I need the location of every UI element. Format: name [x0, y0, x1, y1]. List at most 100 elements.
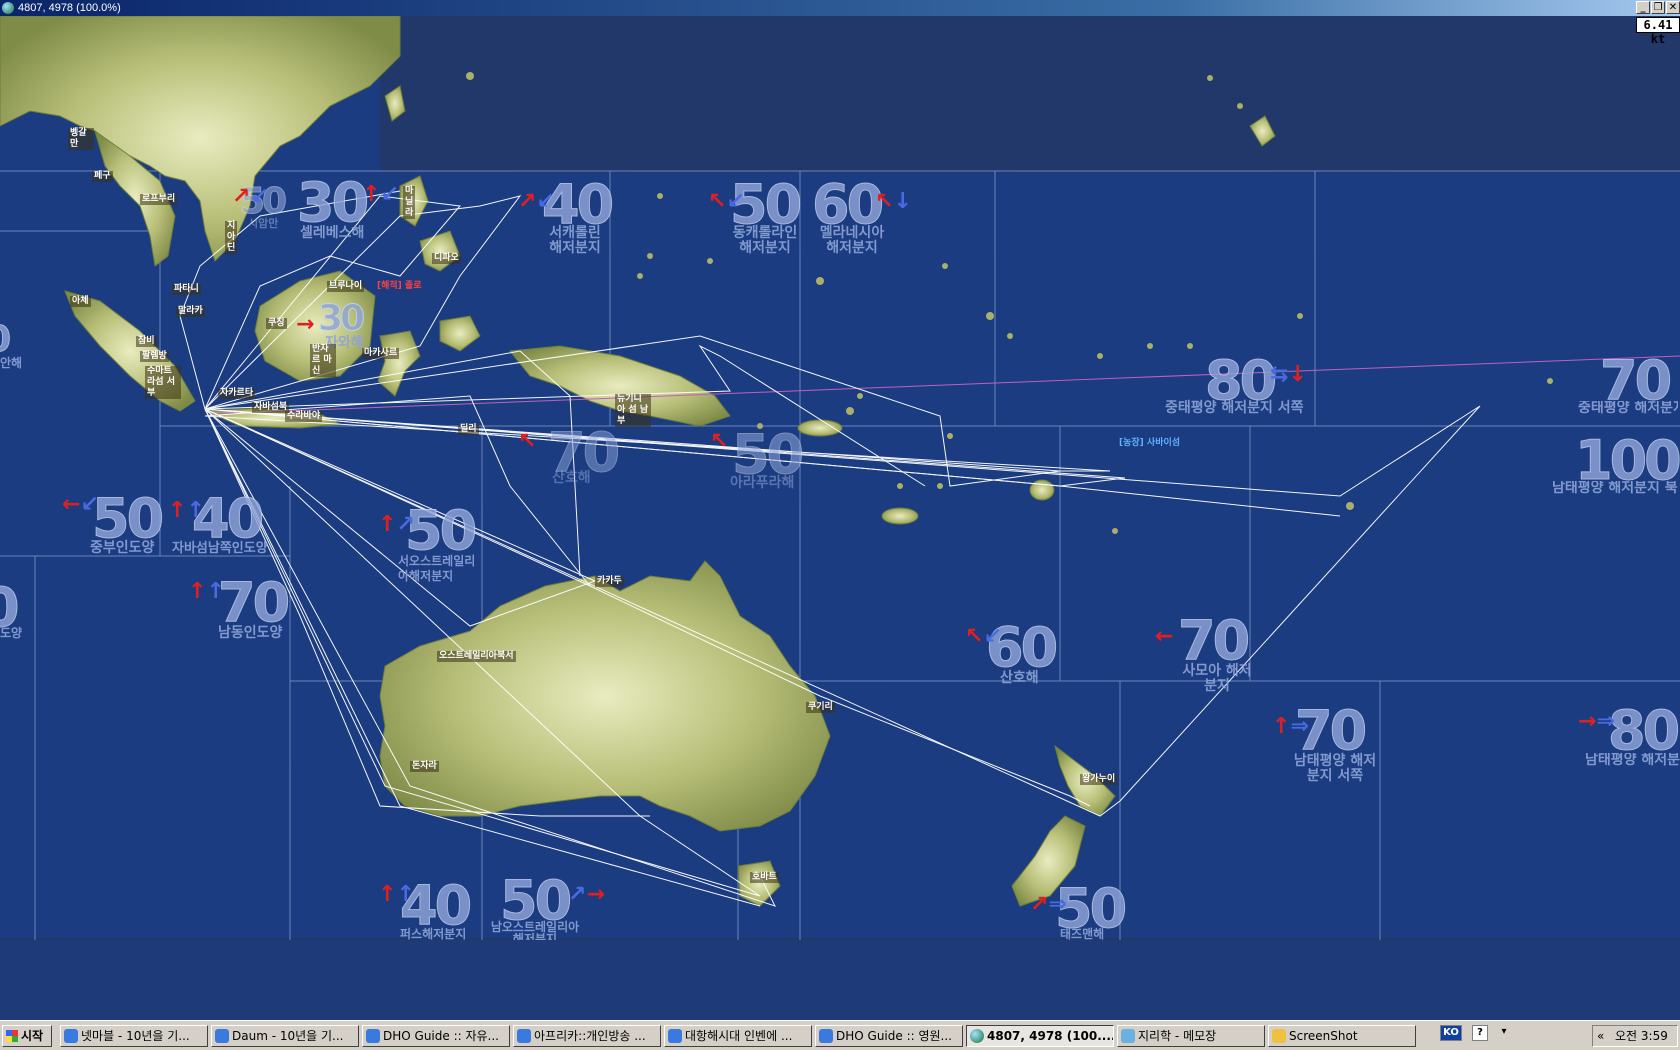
sulawesi: [377, 330, 421, 397]
zone-name: 남동인도양: [218, 625, 283, 641]
port-label[interactable]: 페구: [92, 171, 113, 182]
zone-name: 자바섬남쪽인도양: [172, 541, 268, 556]
current-arrow-icon: ↗→: [568, 882, 605, 907]
zone-name: 남태평양 해저분: [1585, 753, 1680, 768]
taskbar-item[interactable]: 아프리카::개인방송 ...: [513, 1025, 661, 1047]
zone-value: 70: [217, 571, 290, 634]
port-label[interactable]: 자바섬북: [252, 402, 290, 413]
port-label[interactable]: 브루나이: [327, 281, 365, 292]
port-label[interactable]: 쿠칭: [266, 318, 287, 329]
zone-name: 중부인도양: [90, 540, 155, 556]
port-label[interactable]: 쿠기리: [806, 702, 835, 713]
taskbar-item[interactable]: ScreenShot: [1268, 1025, 1416, 1047]
taskbar-item[interactable]: Daum - 10년을 기...: [211, 1025, 359, 1047]
port-label[interactable]: 아체: [70, 296, 91, 307]
map-graphics: [0, 16, 1680, 940]
port-label[interactable]: 돈자라: [410, 761, 439, 772]
zone-value: 50: [731, 423, 804, 486]
port-label[interactable]: 딜리: [458, 424, 479, 435]
port-label[interactable]: 로프부리: [140, 194, 178, 205]
port-label[interactable]: 지아딘: [225, 221, 237, 254]
zone-value: 30: [296, 171, 369, 234]
date-line: [209, 355, 1680, 415]
current-arrow-icon: ↑↑: [378, 882, 415, 907]
help-icon[interactable]: ?: [1472, 1025, 1488, 1041]
port-label[interactable]: 왕가누이: [1080, 774, 1118, 785]
taskbar-item-label: Daum - 10년을 기...: [232, 1029, 344, 1043]
world-map-canvas[interactable]: 30 셀레베스해 40 서캐롤린 해저분지 50 동캐롤라인 해저분지 60 멜…: [0, 16, 1680, 940]
taskbar-item[interactable]: 지리학 - 메모장: [1117, 1025, 1265, 1047]
zone-value: 70: [1177, 609, 1250, 672]
windows-logo-icon: [6, 1030, 18, 1042]
port-label[interactable]: 마카사르: [362, 348, 400, 359]
taskbar-item-label: 넷마블 - 10년을 기...: [81, 1029, 190, 1043]
minimize-button[interactable]: _: [1636, 1, 1650, 14]
globe-app-icon: [2, 2, 14, 14]
zone-name: 시암만: [248, 217, 279, 230]
tray-expand-icon[interactable]: «: [1597, 1026, 1604, 1046]
windows-taskbar: 시작 넷마블 - 10년을 기... Daum - 10년을 기... DHO …: [0, 1020, 1680, 1050]
ie-icon: [517, 1029, 531, 1043]
zone-name: 퍼스해저분지: [400, 927, 467, 940]
window-title-bar[interactable]: 4807, 4978 (100.0%) _ ❐ ✕: [0, 0, 1680, 16]
clock[interactable]: 오전 3:59: [1615, 1026, 1668, 1046]
current-arrow-icon: ↖: [710, 429, 729, 454]
volume-icon[interactable]: ▾: [1496, 1025, 1512, 1041]
port-label[interactable]: [농장] 사바이섬: [1117, 438, 1182, 449]
folder-icon: [1272, 1029, 1286, 1043]
close-button[interactable]: ✕: [1666, 1, 1680, 14]
port-label[interactable]: 자카르타: [218, 388, 256, 399]
port-label[interactable]: 파타니: [172, 284, 201, 295]
system-tray: « 오전 3:59: [1592, 1025, 1678, 1047]
current-arrow-icon: ↑↙: [362, 182, 399, 207]
port-label[interactable]: 디파오: [432, 253, 461, 264]
port-label[interactable]: 말라카: [176, 306, 205, 317]
current-arrow-icon: ↑↑: [188, 579, 225, 604]
current-arrow-icon: →⇒: [1578, 709, 1615, 734]
port-label[interactable]: 오스트레일리아북서: [437, 651, 516, 662]
taskbar-item-label: DHO Guide :: 자유...: [383, 1029, 500, 1043]
current-arrow-icon: ↖↙: [708, 189, 745, 214]
start-button[interactable]: 시작: [2, 1025, 52, 1047]
port-label[interactable]: 팔렘방: [140, 351, 169, 362]
port-label[interactable]: 수라바야: [285, 411, 323, 422]
zone-name: 서캐롤린 해저분지: [549, 225, 601, 256]
zone-name: 산호해: [552, 470, 591, 486]
australia: [379, 560, 831, 832]
zone-value: 30: [317, 298, 365, 339]
zone-name: 서오스트레일리아해저분지: [398, 554, 476, 583]
port-label[interactable]: 수마트라섬 서부: [145, 366, 181, 399]
taskbar-item[interactable]: DHO Guide :: 자유...: [362, 1025, 510, 1047]
port-label[interactable]: 뉴기니아 섬 남부: [615, 394, 651, 427]
current-arrow-icon: ←↙: [62, 492, 99, 517]
port-label[interactable]: 잠비: [136, 336, 157, 347]
port-label[interactable]: 벵갈만: [68, 128, 94, 150]
taskbar-item[interactable]: DHO Guide :: 영원...: [815, 1025, 963, 1047]
taskbar-item[interactable]: 넷마블 - 10년을 기...: [60, 1025, 208, 1047]
current-arrow-icon: →: [296, 312, 315, 337]
port-label[interactable]: 마닐라: [403, 186, 415, 219]
port-label[interactable]: 반자르 마신: [310, 344, 336, 377]
ie-icon: [819, 1029, 833, 1043]
taskbar-item-label: DHO Guide :: 영원...: [836, 1029, 953, 1043]
tasmania: [737, 860, 781, 907]
zone-name: 셀레베스해: [300, 225, 365, 241]
taskbar-item-active[interactable]: 4807, 4978 (100....: [966, 1025, 1114, 1047]
current-arrow-icon: ↑↑: [168, 498, 205, 523]
zone-name: 동캐롤라인 해저분지: [732, 225, 798, 256]
ie-icon: [64, 1029, 78, 1043]
current-arrow-icon: ↖↙: [965, 624, 1002, 649]
window-title: 4807, 4978 (100.0%): [18, 2, 121, 14]
current-arrow-icon: ↗↙: [232, 184, 269, 209]
mindanao: [419, 230, 461, 272]
current-arrow-icon: ↑↗: [378, 512, 415, 537]
unexplored-area: [380, 16, 1680, 171]
ime-indicator[interactable]: KO: [1440, 1025, 1462, 1041]
port-label[interactable]: 카카두: [595, 576, 624, 587]
ship-speed-readout: 6.41 kt: [1636, 17, 1680, 46]
taskbar-item[interactable]: 대항해시대 인벤에 ...: [664, 1025, 812, 1047]
restore-button[interactable]: ❐: [1651, 1, 1665, 14]
unexplored-area: [0, 938, 1680, 940]
port-label[interactable]: [해적] 졸로: [375, 281, 423, 292]
port-label[interactable]: 호바트: [750, 872, 779, 883]
